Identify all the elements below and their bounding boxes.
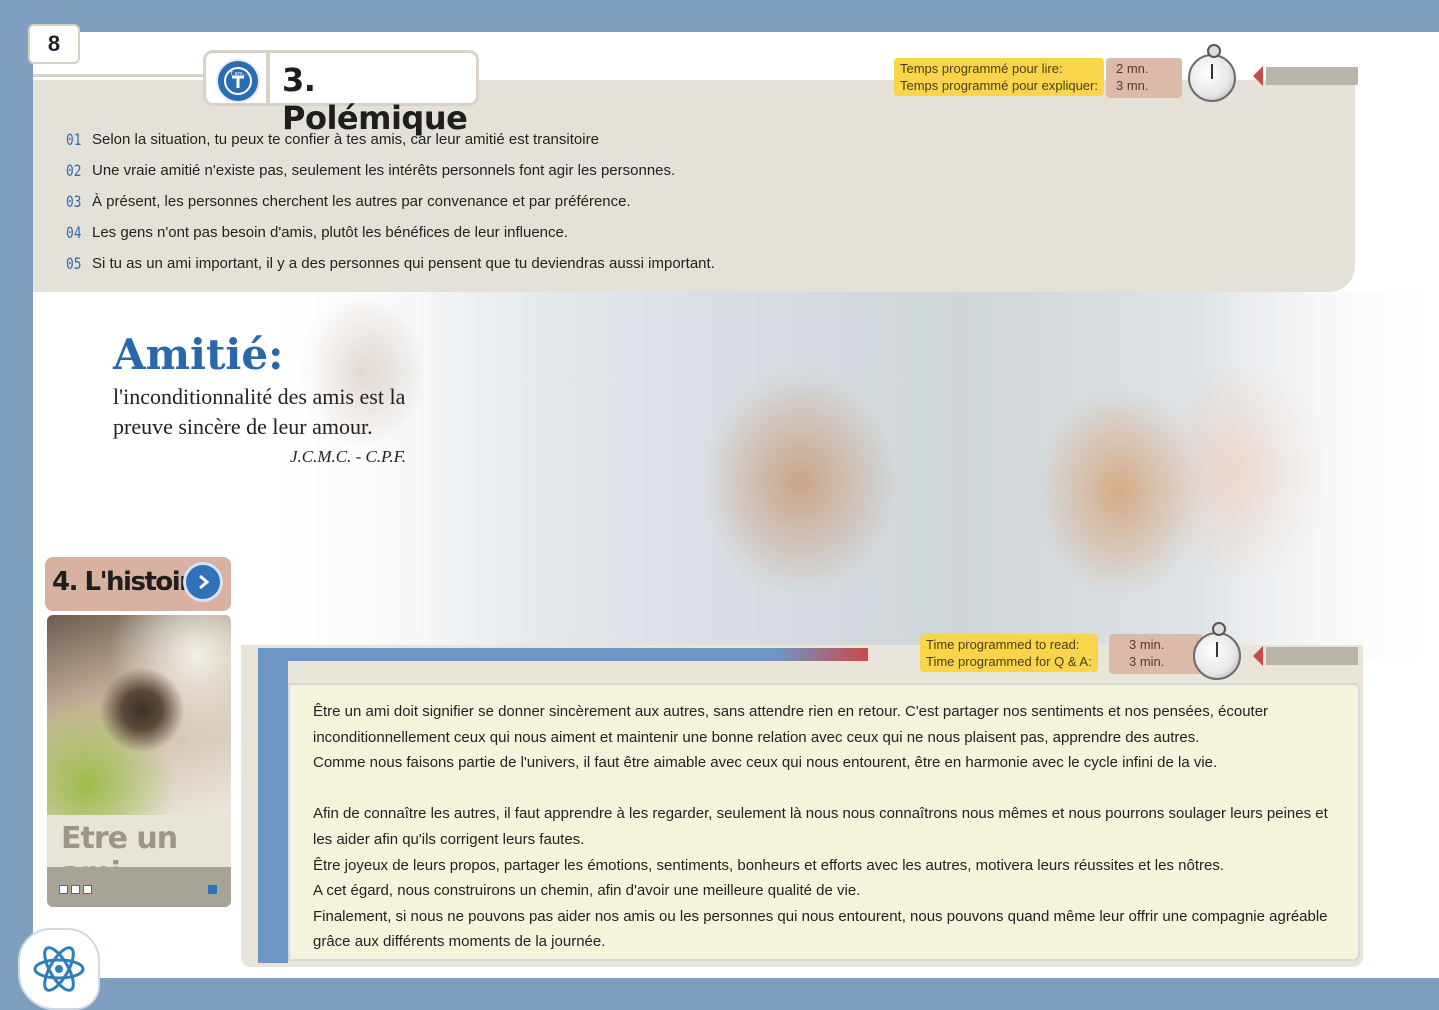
quote-body: l'inconditionnalité des amis est la preu… <box>113 384 406 439</box>
left-frame <box>0 0 33 1009</box>
story-paragraph: A cet égard, nous construirons un chemin… <box>313 882 861 900</box>
histoire-timer-values: 3 min. 3 min. <box>1109 634 1203 674</box>
timer-label-read: Temps programmé pour lire: <box>900 61 1063 76</box>
story-accent-column <box>258 648 288 963</box>
timer-progress-bar <box>1266 67 1358 85</box>
list-item: 01 Selon la situation, tu peux te confie… <box>66 130 599 149</box>
list-item: 04 Les gens n'ont pas besoin d'amis, plu… <box>66 223 569 242</box>
story-accent-bar <box>258 648 868 661</box>
story-paragraph: Être joyeux de leurs propos, partager le… <box>313 856 1225 874</box>
list-item: 05 Si tu as un ami important, il y a des… <box>66 254 715 273</box>
story-paragraph: Finalement, si nous ne pouvons pas aider… <box>313 907 1328 951</box>
quote-title: Amitié: <box>113 330 284 379</box>
list-item: 03 À présent, les personnes cherchent le… <box>66 192 631 211</box>
timer-label-read: Time programmed to read: <box>926 637 1080 652</box>
logo-t-am-icon: T am... <box>216 59 260 103</box>
play-circle-icon[interactable] <box>183 562 223 602</box>
video-thumbnail[interactable] <box>47 615 231 815</box>
timer-value-read: 3 min. <box>1129 637 1165 652</box>
video-card[interactable]: Etre un ami <box>47 615 231 907</box>
polemique-timer-values: 2 mn. 3 mn. <box>1106 58 1182 98</box>
timer-value-qa: 3 min. <box>1129 654 1165 669</box>
timer-label-qa: Time programmed for Q & A: <box>926 654 1092 669</box>
arrow-left-icon <box>1253 66 1263 86</box>
statements-list: 01 Selon la situation, tu peux te confie… <box>66 124 715 279</box>
video-active-dot[interactable] <box>208 885 217 894</box>
polemique-title-box: T am... 3. Polémique <box>203 50 479 137</box>
brain-atom-icon <box>18 928 100 1010</box>
arrow-left-icon <box>1253 646 1263 666</box>
list-item: 02 Une vraie amitié n'existe pas, seulem… <box>66 161 676 180</box>
timer-label-explain: Temps programmé pour expliquer: <box>900 78 1098 93</box>
timer-progress-bar <box>1266 647 1358 665</box>
timer-value-read: 2 mn. <box>1116 61 1149 76</box>
title-separator <box>266 53 270 103</box>
story-paragraph: Être un ami doit signifier se donner sin… <box>313 703 1269 746</box>
page-number: 8 <box>28 24 80 64</box>
story-paragraph: Comme nous faisons partie de l'univers, … <box>313 754 1218 772</box>
story-paragraph: Afin de connaître les autres, il faut ap… <box>313 805 1328 848</box>
video-page-dots[interactable] <box>59 885 92 894</box>
stopwatch-icon <box>1188 44 1236 102</box>
story-text: Être un ami doit signifier se donner sin… <box>313 699 1343 955</box>
histoire-tab: 4. L'histoire <box>45 557 231 611</box>
friends-photo <box>240 292 1439 662</box>
histoire-timer-labels: Time programmed to read: Time programmed… <box>920 634 1098 672</box>
quote-author: J.C.M.C. - C.P.F. <box>290 447 407 466</box>
title-rule <box>33 74 208 77</box>
polemique-timer-labels: Temps programmé pour lire: Temps program… <box>894 58 1104 96</box>
logo-text: T am... <box>229 71 248 77</box>
timer-value-explain: 3 mn. <box>1116 78 1149 93</box>
stopwatch-icon <box>1193 622 1241 680</box>
